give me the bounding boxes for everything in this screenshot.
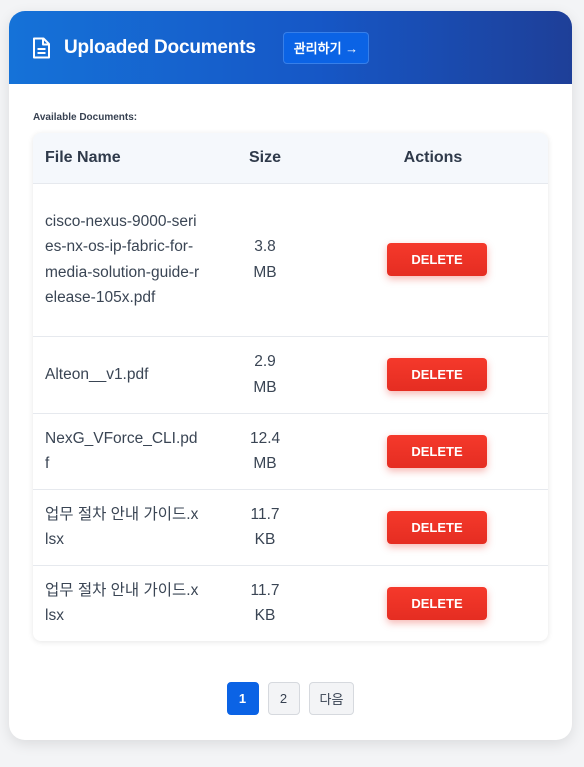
file-size-cell: 3.8 MB bbox=[212, 183, 318, 337]
file-size-cell: 11.7 KB bbox=[212, 489, 318, 566]
page-button-1[interactable]: 1 bbox=[226, 682, 259, 715]
page-button-2[interactable]: 2 bbox=[267, 682, 300, 715]
file-name-cell: NexG_VForce_CLI.pdf bbox=[33, 413, 212, 490]
table-row: 업무 절차 안내 가이드.xlsx 11.7 KB DELETE bbox=[33, 489, 548, 566]
delete-button[interactable]: DELETE bbox=[387, 586, 487, 620]
delete-button[interactable]: DELETE bbox=[387, 510, 487, 544]
table-header-row: File Name Size Actions bbox=[33, 133, 548, 184]
table-row: Alteon__v1.pdf 2.9 MB DELETE bbox=[33, 336, 548, 414]
pagination: 1 2 다음 bbox=[9, 682, 572, 715]
file-name-cell: Alteon__v1.pdf bbox=[33, 336, 212, 414]
file-size-cell: 12.4 MB bbox=[212, 413, 318, 490]
page-title: Uploaded Documents bbox=[64, 36, 256, 58]
table-row: NexG_VForce_CLI.pdf 12.4 MB DELETE bbox=[33, 413, 548, 490]
documents-card: Uploaded Documents 관리하기 → Available Docu… bbox=[9, 11, 572, 740]
next-page-button[interactable]: 다음 bbox=[308, 682, 355, 715]
manage-button[interactable]: 관리하기 → bbox=[282, 31, 370, 64]
file-name-cell: 업무 절차 안내 가이드.xlsx bbox=[45, 581, 199, 625]
file-name-cell: cisco-nexus-9000-series-nx-os-ip-fabric-… bbox=[33, 183, 212, 337]
document-icon bbox=[30, 36, 52, 60]
card-header: Uploaded Documents 관리하기 → bbox=[9, 11, 572, 84]
table-row: cisco-nexus-9000-series-nx-os-ip-fabric-… bbox=[33, 183, 548, 337]
column-header-size: Size bbox=[212, 133, 318, 184]
table-row: 업무 절차 안내 가이드.xlsx 11.7 KB DELETE bbox=[33, 565, 548, 641]
file-size-cell: 2.9 MB bbox=[212, 336, 318, 414]
available-documents-label: Available Documents: bbox=[33, 112, 138, 123]
column-header-file-name: File Name bbox=[33, 133, 212, 184]
documents-table: File Name Size Actions cisco-nexus-9000-… bbox=[33, 133, 548, 641]
delete-button[interactable]: DELETE bbox=[387, 243, 487, 276]
file-size-cell: 11.7 KB bbox=[250, 581, 280, 625]
column-header-actions: Actions bbox=[318, 133, 548, 184]
file-name-cell: 업무 절차 안내 가이드.xlsx bbox=[33, 489, 212, 566]
delete-button[interactable]: DELETE bbox=[387, 358, 487, 391]
delete-button[interactable]: DELETE bbox=[387, 434, 487, 468]
